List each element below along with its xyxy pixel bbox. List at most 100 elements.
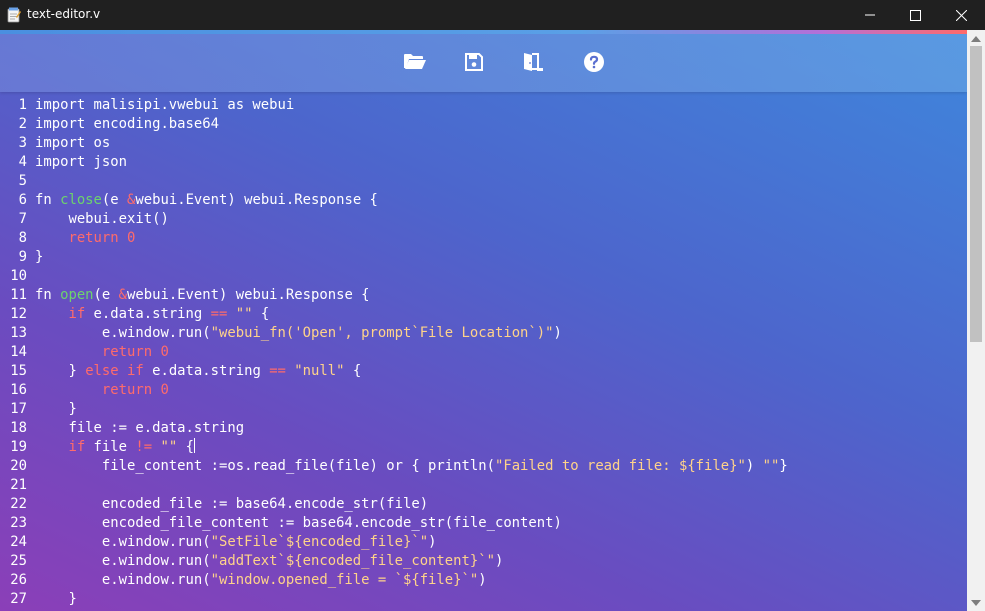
code-line[interactable]: 17 } <box>0 400 967 419</box>
code-line[interactable]: 23 encoded_file_content := base64.encode… <box>0 514 967 533</box>
line-text: } <box>35 248 43 267</box>
code-token: import malisipi.vwebui as webui <box>35 97 295 113</box>
scroll-up-arrow-icon[interactable] <box>971 36 981 42</box>
code-line[interactable]: 5 <box>0 172 967 191</box>
line-number: 22 <box>10 496 27 512</box>
code-token: open <box>60 287 94 303</box>
code-token: fn <box>35 287 61 303</box>
code-token: else if <box>85 363 144 379</box>
code-token: } <box>35 363 86 379</box>
code-editor[interactable]: 1 import malisipi.vwebui as webui 2 import … <box>0 96 967 609</box>
scrollbar-thumb[interactable] <box>970 46 982 342</box>
vertical-scrollbar[interactable] <box>967 30 985 611</box>
line-number: 7 <box>18 211 27 227</box>
code-token: encoded_file := base64.encode_str(file) <box>35 496 429 512</box>
code-line[interactable]: 25 e.window.run("addText`${encoded_file_… <box>0 552 967 571</box>
line-number: 2 <box>18 116 27 132</box>
code-token: (e <box>101 192 128 208</box>
code-line[interactable]: 4 import json <box>0 153 967 172</box>
code-token: return <box>68 230 119 246</box>
code-line[interactable]: 24 e.window.run("SetFile`${encoded_file}… <box>0 533 967 552</box>
maximize-icon <box>909 9 921 21</box>
line-number: 6 <box>18 192 27 208</box>
code-token: close <box>60 192 102 208</box>
title-bar[interactable]: text-editor.v <box>0 0 985 30</box>
notepad-icon <box>7 7 21 23</box>
code-token: e.window.run( <box>35 325 211 341</box>
code-token: file := e.data.string <box>35 420 245 436</box>
code-line[interactable]: 21 <box>0 476 967 495</box>
maximize-button[interactable] <box>892 0 938 30</box>
code-line[interactable]: 8 return 0 <box>0 229 967 248</box>
code-token: 0 <box>160 344 169 360</box>
line-text: return 0 <box>35 343 169 362</box>
code-line[interactable]: 22 encoded_file := base64.encode_str(fil… <box>0 495 967 514</box>
code-line[interactable]: 12 if e.data.string == "" { <box>0 305 967 324</box>
code-token: == <box>269 363 286 379</box>
code-token: e.window.run( <box>35 572 211 588</box>
code-line[interactable]: 7 webui.exit() <box>0 210 967 229</box>
minimize-button[interactable] <box>847 0 893 30</box>
code-token: e.data.string <box>85 306 211 322</box>
code-token: webui.Event) webui.Response { <box>127 287 370 303</box>
code-token: "addText`${encoded_file_content}`" <box>210 553 495 569</box>
line-number: 10 <box>10 268 27 284</box>
code-token: e.data.string <box>143 363 270 379</box>
code-line[interactable]: 6 fn close(e &webui.Event) webui.Response… <box>0 191 967 210</box>
window-title: text-editor.v <box>27 7 101 21</box>
line-number: 1 <box>18 97 27 113</box>
code-token: } <box>35 401 77 417</box>
app-window: text-editor.v 1 import malisipi.vwebui a… <box>0 0 985 611</box>
question-circle-icon <box>584 52 604 76</box>
code-token: } <box>35 591 77 607</box>
code-token: webui.Event) webui.Response { <box>135 192 378 208</box>
code-token: "Failed to read file: ${file}" <box>494 458 746 474</box>
code-line[interactable]: 10 <box>0 267 967 286</box>
scroll-down-arrow-icon[interactable] <box>971 600 981 606</box>
code-line[interactable]: 27 } <box>0 590 967 609</box>
line-text: if e.data.string == "" { <box>35 305 269 324</box>
line-text: fn open(e &webui.Event) webui.Response { <box>35 286 370 305</box>
line-number: 9 <box>18 249 27 265</box>
line-number: 21 <box>10 477 27 493</box>
code-line[interactable]: 9} <box>0 248 967 267</box>
code-line[interactable]: 14 return 0 <box>0 343 967 362</box>
code-token: & <box>118 287 128 303</box>
help-button[interactable] <box>581 51 607 77</box>
code-line[interactable]: 3 import os <box>0 134 967 153</box>
code-token: import encoding.base64 <box>35 116 219 132</box>
code-line[interactable]: 15 } else if e.data.string == "null" { <box>0 362 967 381</box>
code-line[interactable]: 18 file := e.data.string <box>0 419 967 438</box>
code-token: "" <box>762 458 780 474</box>
code-token: e.window.run( <box>35 534 211 550</box>
close-button[interactable] <box>938 0 984 30</box>
code-line[interactable]: 2 import encoding.base64 <box>0 115 967 134</box>
code-line[interactable]: 11 fn open(e &webui.Event) webui.Response… <box>0 286 967 305</box>
line-text: } <box>35 400 77 419</box>
code-line[interactable]: 20 file_content :=os.read_file(file) or … <box>0 457 967 476</box>
code-token: } <box>35 249 44 265</box>
code-token: encoded_file_content := base64.encode_st… <box>35 515 562 531</box>
code-line[interactable]: 13 e.window.run("webui_fn('Open', prompt… <box>0 324 967 343</box>
code-token: return <box>101 382 153 398</box>
code-token: ) <box>494 553 504 569</box>
editor-area: 1 import malisipi.vwebui as webui 2 import … <box>0 34 967 611</box>
code-token: ) <box>745 458 763 474</box>
code-line[interactable]: 26 e.window.run("window.opened_file = `$… <box>0 571 967 590</box>
code-token: { <box>344 363 362 379</box>
code-token: != <box>135 439 153 455</box>
line-number: 18 <box>10 420 27 436</box>
code-line[interactable]: 16 return 0 <box>0 381 967 400</box>
exit-button[interactable] <box>520 51 546 77</box>
line-number: 8 <box>18 230 27 246</box>
code-line[interactable]: 1 import malisipi.vwebui as webui <box>0 96 967 115</box>
line-text: return 0 <box>35 381 169 400</box>
line-text: e.window.run("webui_fn('Open', prompt`Fi… <box>35 324 562 343</box>
code-line[interactable]: 19 if file != "" { <box>0 438 967 457</box>
line-text: import malisipi.vwebui as webui <box>35 96 294 115</box>
save-button[interactable] <box>461 51 487 77</box>
open-button[interactable] <box>402 51 428 77</box>
line-text: e.window.run("addText`${encoded_file_con… <box>35 552 503 571</box>
